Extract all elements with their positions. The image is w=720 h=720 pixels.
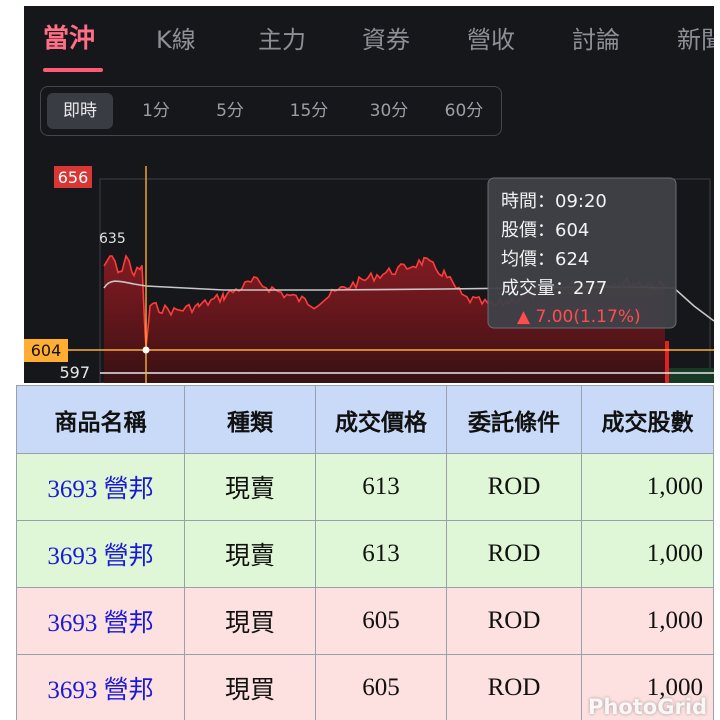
price-tooltip: 時間：09:20 股價：604 均價：624 成交量：277 ▲ 7.00(1.… xyxy=(487,177,677,329)
cursor-point xyxy=(142,346,150,354)
interval-1min[interactable]: 1分 xyxy=(125,93,187,129)
cell-price: 605 xyxy=(315,587,447,655)
cursor-price-label: 604 xyxy=(31,341,62,360)
tab-major-holders[interactable]: 主力 xyxy=(258,20,306,60)
cell-price: 613 xyxy=(315,520,447,588)
cell-type: 現賣 xyxy=(184,453,316,521)
tab-margin[interactable]: 資券 xyxy=(362,20,410,60)
table-row[interactable]: 3693 營邦 現買 605 ROD 1,000 xyxy=(16,587,714,655)
header-type: 種類 xyxy=(184,385,316,454)
cell-product-name: 3693 營邦 xyxy=(16,520,185,588)
cell-condition: ROD xyxy=(446,654,582,720)
intraday-price-chart[interactable]: 656 635 604 597 時間：09:20 股價：604 均價：624 成… xyxy=(24,156,714,383)
peak-price-label: 635 xyxy=(99,231,126,247)
cell-price: 605 xyxy=(315,654,447,720)
trade-records-table: 商品名稱 種類 成交價格 委託條件 成交股數 3693 營邦 現賣 613 RO… xyxy=(16,385,714,720)
tab-bar: 當沖 K線 主力 資券 營收 討論 新聞 xyxy=(24,6,714,76)
cell-shares: 1,000 xyxy=(581,520,714,588)
cell-product-name: 3693 營邦 xyxy=(16,453,185,521)
interval-30min[interactable]: 30分 xyxy=(353,93,425,129)
high-price-label: 656 xyxy=(58,168,89,187)
price-drop-bar xyxy=(665,341,669,383)
down-volume-block xyxy=(669,368,714,383)
tab-revenue[interactable]: 營收 xyxy=(467,20,515,60)
low-price-label: 597 xyxy=(59,363,90,382)
tab-news[interactable]: 新聞 xyxy=(677,20,714,60)
table-header-row: 商品名稱 種類 成交價格 委託條件 成交股數 xyxy=(16,385,714,454)
cell-type: 現買 xyxy=(184,587,316,655)
cell-type: 現賣 xyxy=(184,520,316,588)
tooltip-price: 股價：604 xyxy=(501,220,589,241)
cell-condition: ROD xyxy=(446,587,582,655)
tab-kline[interactable]: K線 xyxy=(156,20,196,60)
cell-shares: 1,000 xyxy=(581,453,714,521)
interval-60min[interactable]: 60分 xyxy=(431,93,497,129)
header-trade-shares: 成交股數 xyxy=(581,385,714,454)
interval-realtime[interactable]: 即時 xyxy=(47,93,113,129)
cell-shares: 1,000 xyxy=(581,587,714,655)
header-order-condition: 委託條件 xyxy=(446,385,582,454)
header-trade-price: 成交價格 xyxy=(315,385,447,454)
tooltip-change: ▲ 7.00(1.17%) xyxy=(517,307,641,327)
cell-price: 613 xyxy=(315,453,447,521)
stock-app-panel: 當沖 K線 主力 資券 營收 討論 新聞 即時 1分 5分 15分 30分 60… xyxy=(24,6,714,383)
cell-condition: ROD xyxy=(446,453,582,521)
tooltip-time: 時間：09:20 xyxy=(501,191,607,212)
cell-type: 現買 xyxy=(184,654,316,720)
photogrid-watermark: PhotoGrid xyxy=(588,695,708,719)
tab-daytrade[interactable]: 當沖 xyxy=(43,18,95,58)
cell-product-name: 3693 營邦 xyxy=(16,587,185,655)
interval-selector: 即時 1分 5分 15分 30分 60分 xyxy=(40,86,502,136)
table-row[interactable]: 3693 營邦 現賣 613 ROD 1,000 xyxy=(16,453,714,521)
active-tab-underline xyxy=(43,68,103,72)
cell-product-name: 3693 營邦 xyxy=(16,654,185,720)
cell-condition: ROD xyxy=(446,520,582,588)
header-product-name: 商品名稱 xyxy=(16,385,185,454)
tooltip-volume: 成交量：277 xyxy=(501,278,607,299)
tooltip-average: 均價：624 xyxy=(501,249,589,270)
table-row[interactable]: 3693 營邦 現賣 613 ROD 1,000 xyxy=(16,520,714,588)
tab-discussion[interactable]: 討論 xyxy=(572,20,620,60)
interval-15min[interactable]: 15分 xyxy=(273,93,345,129)
interval-5min[interactable]: 5分 xyxy=(199,93,261,129)
